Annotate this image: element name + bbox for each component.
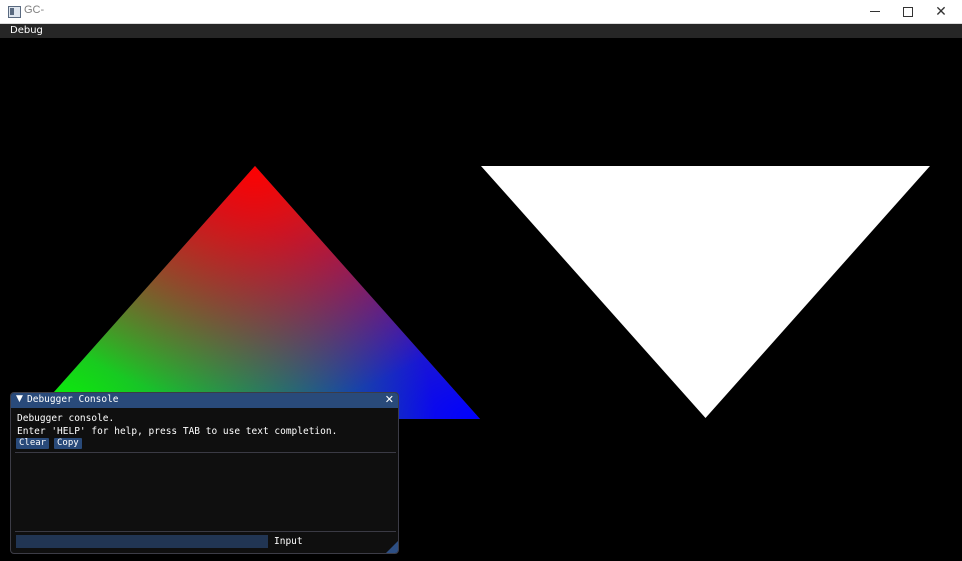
app-icon — [8, 6, 21, 18]
console-line: Enter 'HELP' for help, press TAB to use … — [17, 426, 338, 437]
maximize-button[interactable] — [891, 0, 925, 23]
console-title: Debugger Console — [27, 394, 119, 405]
console-close-icon[interactable]: ✕ — [385, 393, 394, 406]
minimize-button[interactable] — [858, 0, 892, 23]
divider — [15, 452, 396, 453]
debugger-console-window: ▼ Debugger Console ✕ Debugger console. E… — [10, 392, 399, 554]
maximize-icon — [903, 6, 913, 17]
console-line: Debugger console. — [17, 413, 115, 424]
close-icon: ✕ — [935, 3, 947, 20]
minimize-icon — [870, 11, 880, 12]
resize-grip[interactable] — [386, 541, 398, 553]
window-title: GC- — [24, 4, 45, 16]
menu-bar: Debug — [0, 24, 962, 38]
clear-button[interactable]: Clear — [16, 438, 50, 449]
collapse-arrow-icon[interactable]: ▼ — [16, 394, 23, 404]
divider — [15, 531, 396, 532]
close-window-button[interactable]: ✕ — [924, 0, 958, 23]
input-label: Input — [274, 536, 303, 547]
console-titlebar[interactable]: ▼ Debugger Console ✕ — [11, 393, 398, 408]
console-input[interactable] — [16, 535, 268, 548]
window-titlebar: GC- ✕ — [0, 0, 962, 24]
copy-button[interactable]: Copy — [54, 438, 82, 449]
menu-item-debug[interactable]: Debug — [10, 25, 43, 36]
